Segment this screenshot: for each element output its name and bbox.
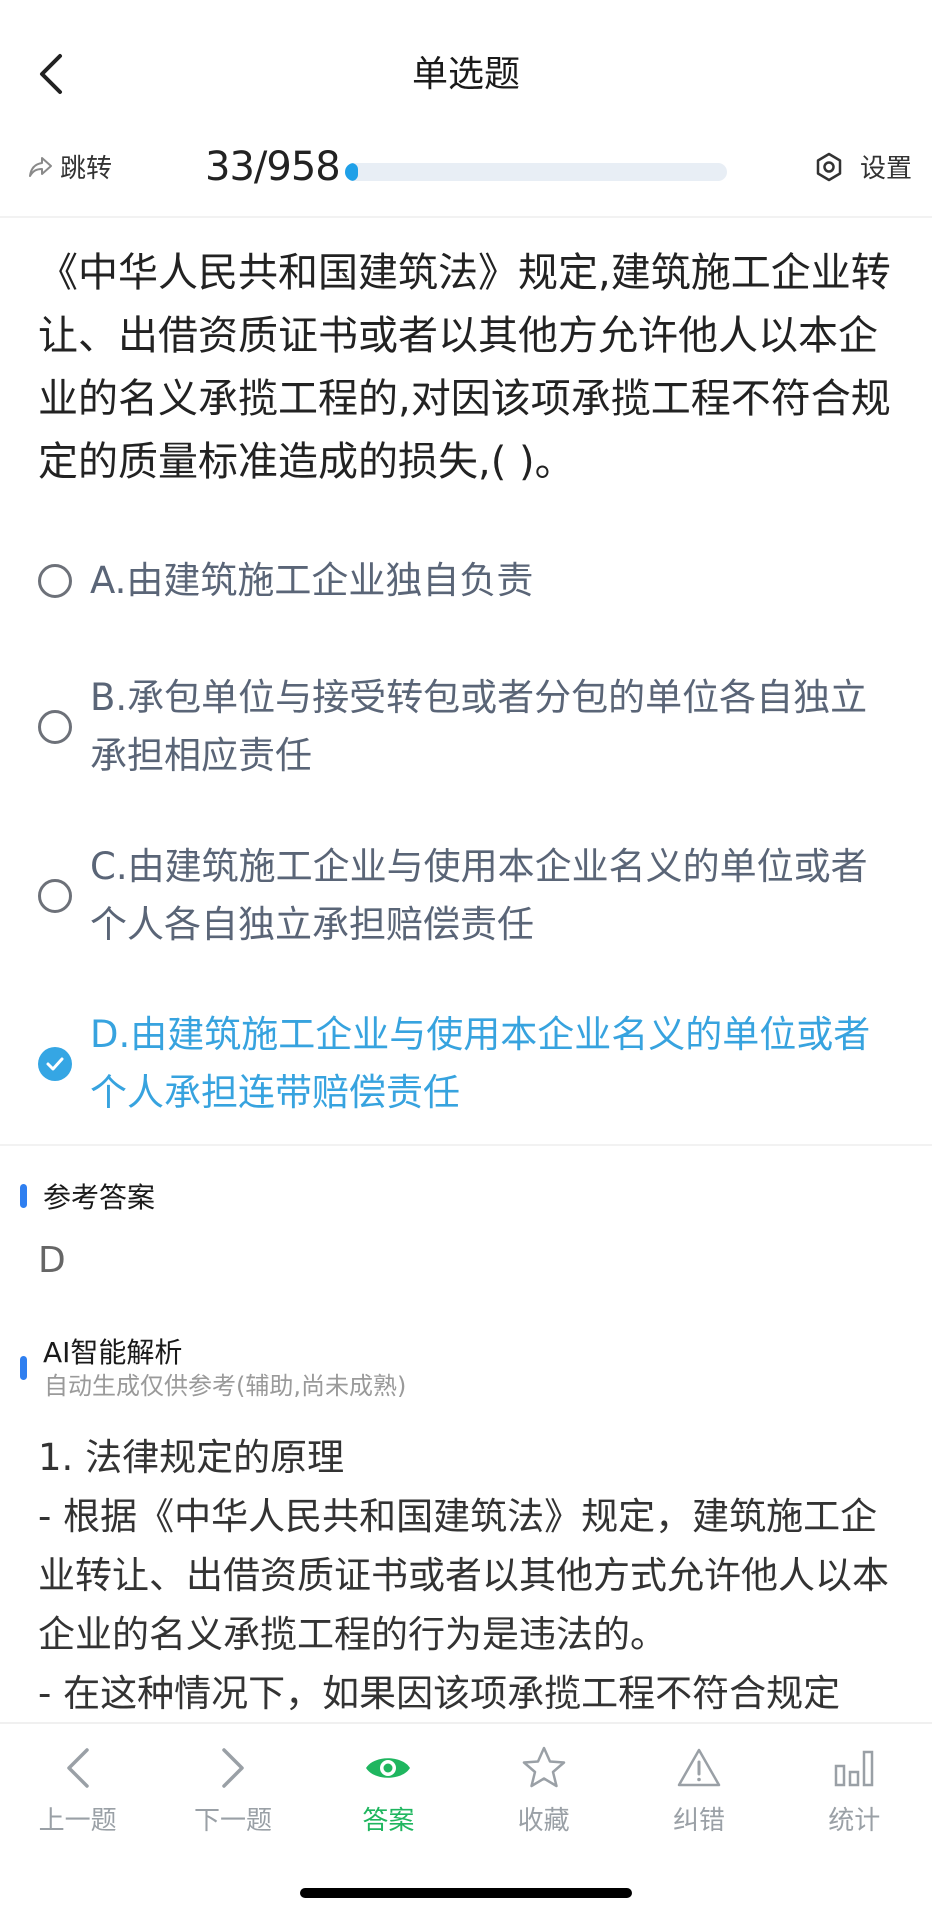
answer-section-heading: 参考答案 — [20, 1176, 155, 1216]
star-icon — [522, 1746, 565, 1788]
ai-title: AI智能解析 — [43, 1336, 183, 1369]
progress-count: 33/958 — [205, 144, 341, 190]
progress-fill — [345, 163, 359, 181]
analysis-line: - 根据《中华人民共和国建筑法》规定，建筑施工企业转让、出借资质证书或者以其他方… — [38, 1495, 889, 1656]
home-indicator — [300, 1888, 632, 1898]
option-b[interactable]: B.承包单位与接受转包或者分包的单位各自独立承担相应责任 — [38, 669, 898, 785]
warning-icon — [677, 1748, 721, 1787]
option-a[interactable]: A.由建筑施工企业独自负责 — [38, 552, 898, 610]
settings-label: 设置 — [859, 154, 912, 184]
tool-label: 收藏 — [517, 1806, 570, 1836]
option-text: A.由建筑施工企业独自负责 — [90, 559, 534, 602]
tool-label: 下一题 — [193, 1806, 272, 1836]
bottom-toolbar: 上一题 下一题 答案 收藏 纠错 统计 — [0, 1722, 932, 1854]
jump-button[interactable]: 跳转 — [28, 148, 112, 185]
tool-label: 答案 — [362, 1806, 415, 1836]
prev-question-button[interactable]: 上一题 — [0, 1724, 155, 1854]
divider — [0, 216, 932, 218]
option-d[interactable]: D.由建筑施工企业与使用本企业名义的单位或者个人承担连带赔偿责任 — [38, 1006, 898, 1122]
progress-row: 跳转 33/958 设置 — [0, 140, 932, 200]
favorite-button[interactable]: 收藏 — [466, 1724, 621, 1854]
option-text: B.承包单位与接受转包或者分包的单位各自独立承担相应责任 — [90, 676, 868, 777]
statistics-button[interactable]: 统计 — [777, 1724, 932, 1854]
next-question-button[interactable]: 下一题 — [155, 1724, 310, 1854]
settings-button[interactable]: 设置 — [814, 148, 912, 185]
answer-title: 参考答案 — [43, 1181, 156, 1214]
jump-label: 跳转 — [60, 154, 113, 184]
radio-unchecked-icon[interactable] — [38, 710, 72, 744]
answer-value: D — [38, 1240, 66, 1281]
tool-label: 统计 — [828, 1806, 881, 1836]
analysis-line: - 在这种情况下，如果因该项承揽工程不符合规定 — [38, 1672, 841, 1715]
radio-unchecked-icon[interactable] — [38, 879, 72, 913]
radio-checked-icon[interactable] — [38, 1047, 72, 1081]
progress-bar — [345, 163, 727, 181]
report-error-button[interactable]: 纠错 — [621, 1724, 776, 1854]
share-arrow-icon — [29, 156, 52, 177]
ai-subtitle: 自动生成仅供参考(辅助,尚未成熟) — [44, 1372, 407, 1400]
answer-button[interactable]: 答案 — [311, 1724, 466, 1854]
divider — [0, 1144, 932, 1146]
radio-unchecked-icon[interactable] — [38, 564, 72, 598]
bar-chart-icon — [835, 1750, 874, 1787]
section-marker — [20, 1184, 27, 1208]
settings-icon — [816, 152, 842, 181]
tool-label: 上一题 — [38, 1806, 117, 1836]
option-text: D.由建筑施工企业与使用本企业名义的单位或者个人承担连带赔偿责任 — [90, 1013, 871, 1114]
option-text: C.由建筑施工企业与使用本企业名义的单位或者个人各自独立承担赔偿责任 — [90, 845, 868, 946]
question-text: 《中华人民共和国建筑法》规定,建筑施工企业转让、出借资质证书或者以其他方允许他人… — [38, 250, 891, 485]
header: 单选题 — [0, 40, 932, 110]
checkmark-icon — [46, 1057, 64, 1071]
analysis-line: 1. 法律规定的原理 — [38, 1436, 345, 1479]
chevron-left-icon — [66, 1748, 89, 1788]
section-marker — [20, 1356, 27, 1380]
eye-icon — [366, 1758, 411, 1778]
page-title: 单选题 — [411, 54, 520, 95]
chevron-right-icon — [222, 1748, 244, 1788]
option-c[interactable]: C.由建筑施工企业与使用本企业名义的单位或者个人各自独立承担赔偿责任 — [38, 838, 898, 954]
tool-label: 纠错 — [672, 1806, 725, 1836]
ai-analysis-text: 1. 法律规定的原理 - 根据《中华人民共和国建筑法》规定，建筑施工企业转让、出… — [38, 1428, 908, 1723]
